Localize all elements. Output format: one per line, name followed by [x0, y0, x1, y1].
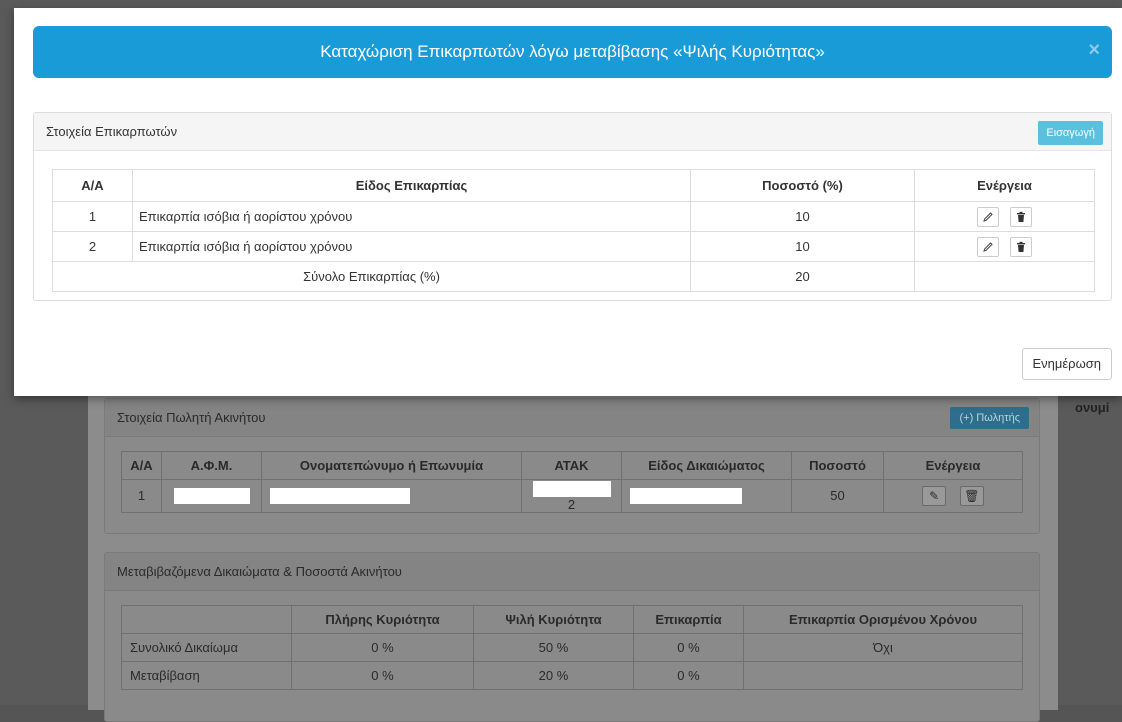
trash-icon[interactable]: 🗑: [959, 485, 984, 506]
row-aa: 2: [52, 231, 133, 262]
rights-timed: [743, 661, 1023, 690]
modal-title: Καταχώριση Επικαρπωτών λόγω μεταβίβασης …: [320, 42, 825, 61]
seller-table-header: Α/Α Α.Φ.Μ. Ονοματεπώνυμο ή Επωνυμία ΑΤΑΚ…: [121, 451, 1023, 480]
modal-header: Καταχώριση Επικαρπωτών λόγω μεταβίβασης …: [33, 26, 1112, 78]
seller-percent: 50: [791, 479, 884, 513]
seller-panel: Στοιχεία Πωλητή Ακινήτου (+) Πωλητής Α/Α…: [104, 398, 1040, 534]
table-row: 1 2 50 ✎ 🗑: [121, 479, 1023, 513]
table-row: 1 Επικαρπία ισόβια ή αορίστου χρόνου 10: [52, 201, 1095, 232]
col-percent: Ποσοστό (%): [690, 169, 915, 202]
close-icon[interactable]: ×: [1088, 26, 1100, 74]
rights-col-timed: Επικαρπία Ορισμένου Χρόνου: [743, 605, 1023, 634]
panel-title: Στοιχεία Επικαρπωτών: [34, 113, 1111, 151]
background-card: Στοιχεία Πωλητή Ακινήτου (+) Πωλητής Α/Α…: [88, 380, 1058, 722]
add-seller-button[interactable]: (+) Πωλητής: [950, 407, 1029, 429]
update-button[interactable]: Ενημέρωση: [1021, 348, 1112, 380]
rights-col-blank: [121, 605, 292, 634]
seller-name-redacted: [261, 479, 522, 513]
rights-bare: 20 %: [473, 661, 634, 690]
col-action: Ενέργεια: [914, 169, 1095, 202]
row-usufruct-type: Επικαρπία ισόβια ή αορίστου χρόνου: [132, 201, 691, 232]
seller-table: Α/Α Α.Φ.Μ. Ονοματεπώνυμο ή Επωνυμία ΑΤΑΚ…: [121, 451, 1023, 513]
seller-atak-tail: 2: [567, 496, 576, 512]
col-aa: Α/Α: [52, 169, 133, 202]
rights-col-usufruct: Επικαρπία: [633, 605, 744, 634]
row-percent: 10: [690, 231, 915, 262]
rights-table-header: Πλήρης Κυριότητα Ψιλή Κυριότητα Επικαρπί…: [121, 605, 1023, 634]
rights-col-bare: Ψιλή Κυριότητα: [473, 605, 634, 634]
row-actions: [914, 201, 1095, 232]
total-label: Σύνολο Επικαρπίας (%): [52, 261, 691, 292]
rights-usufruct: 0 %: [633, 633, 744, 662]
rights-col-full: Πλήρης Κυριότητα: [291, 605, 474, 634]
seller-aa: 1: [121, 479, 162, 513]
row-usufruct-type: Επικαρπία ισόβια ή αορίστου χρόνου: [132, 231, 691, 262]
table-row: Συνολικό Δικαίωμα 0 % 50 % 0 % Όχι: [121, 633, 1023, 662]
rights-row-label: Συνολικό Δικαίωμα: [121, 633, 292, 662]
rights-full: 0 %: [291, 661, 474, 690]
row-percent: 10: [690, 201, 915, 232]
row-actions: [914, 231, 1095, 262]
table-row: 2 Επικαρπία ισόβια ή αορίστου χρόνου 10: [52, 231, 1095, 262]
rights-row-label: Μεταβίβαση: [121, 661, 292, 690]
rights-bare: 50 %: [473, 633, 634, 662]
seller-right-type-redacted: [621, 479, 792, 513]
rights-timed: Όχι: [743, 633, 1023, 662]
trash-icon[interactable]: [1010, 236, 1033, 257]
usufruct-table-header: Α/Α Είδος Επικαρπίας Ποσοστό (%) Ενέργει…: [52, 169, 1095, 202]
usufructuaries-modal: Καταχώριση Επικαρπωτών λόγω μεταβίβασης …: [14, 8, 1122, 396]
seller-col-action: Ενέργεια: [883, 451, 1023, 480]
pencil-icon[interactable]: ✎: [922, 485, 947, 506]
seller-actions: ✎ 🗑: [883, 479, 1023, 513]
usufruct-table: Α/Α Είδος Επικαρπίας Ποσοστό (%) Ενέργει…: [52, 169, 1095, 292]
trash-icon[interactable]: [1010, 206, 1033, 227]
total-row: Σύνολο Επικαρπίας (%) 20: [52, 261, 1095, 292]
seller-col-right-type: Είδος Δικαιώματος: [621, 451, 792, 480]
seller-col-atak: ΑΤΑΚ: [521, 451, 622, 480]
rights-table: Πλήρης Κυριότητα Ψιλή Κυριότητα Επικαρπί…: [121, 605, 1023, 690]
seller-col-aa: Α/Α: [121, 451, 162, 480]
total-value: 20: [690, 261, 915, 292]
rights-panel-title: Μεταβιβαζόμενα Δικαιώματα & Ποσοστά Ακιν…: [105, 553, 1039, 591]
seller-atak: 2: [521, 479, 622, 513]
rights-panel: Μεταβιβαζόμενα Δικαιώματα & Ποσοστά Ακιν…: [104, 552, 1040, 722]
seller-panel-title: Στοιχεία Πωλητή Ακινήτου: [105, 399, 1039, 437]
usufructuaries-panel: Στοιχεία Επικαρπωτών Εισαγωγή Α/Α Είδος …: [33, 112, 1112, 301]
rights-usufruct: 0 %: [633, 661, 744, 690]
total-action-empty: [914, 261, 1095, 292]
pencil-icon[interactable]: [976, 236, 999, 257]
seller-col-afm: Α.Φ.Μ.: [161, 451, 262, 480]
pencil-icon[interactable]: [976, 206, 999, 227]
seller-col-name: Ονοματεπώνυμο ή Επωνυμία: [261, 451, 522, 480]
seller-col-percent: Ποσοστό: [791, 451, 884, 480]
rights-full: 0 %: [291, 633, 474, 662]
col-usufruct-type: Είδος Επικαρπίας: [132, 169, 691, 202]
seller-afm-redacted: [161, 479, 262, 513]
table-row: Μεταβίβαση 0 % 20 % 0 %: [121, 661, 1023, 690]
background-side-text: ονυμί: [1075, 400, 1110, 415]
row-aa: 1: [52, 201, 133, 232]
insert-button[interactable]: Εισαγωγή: [1038, 121, 1103, 145]
